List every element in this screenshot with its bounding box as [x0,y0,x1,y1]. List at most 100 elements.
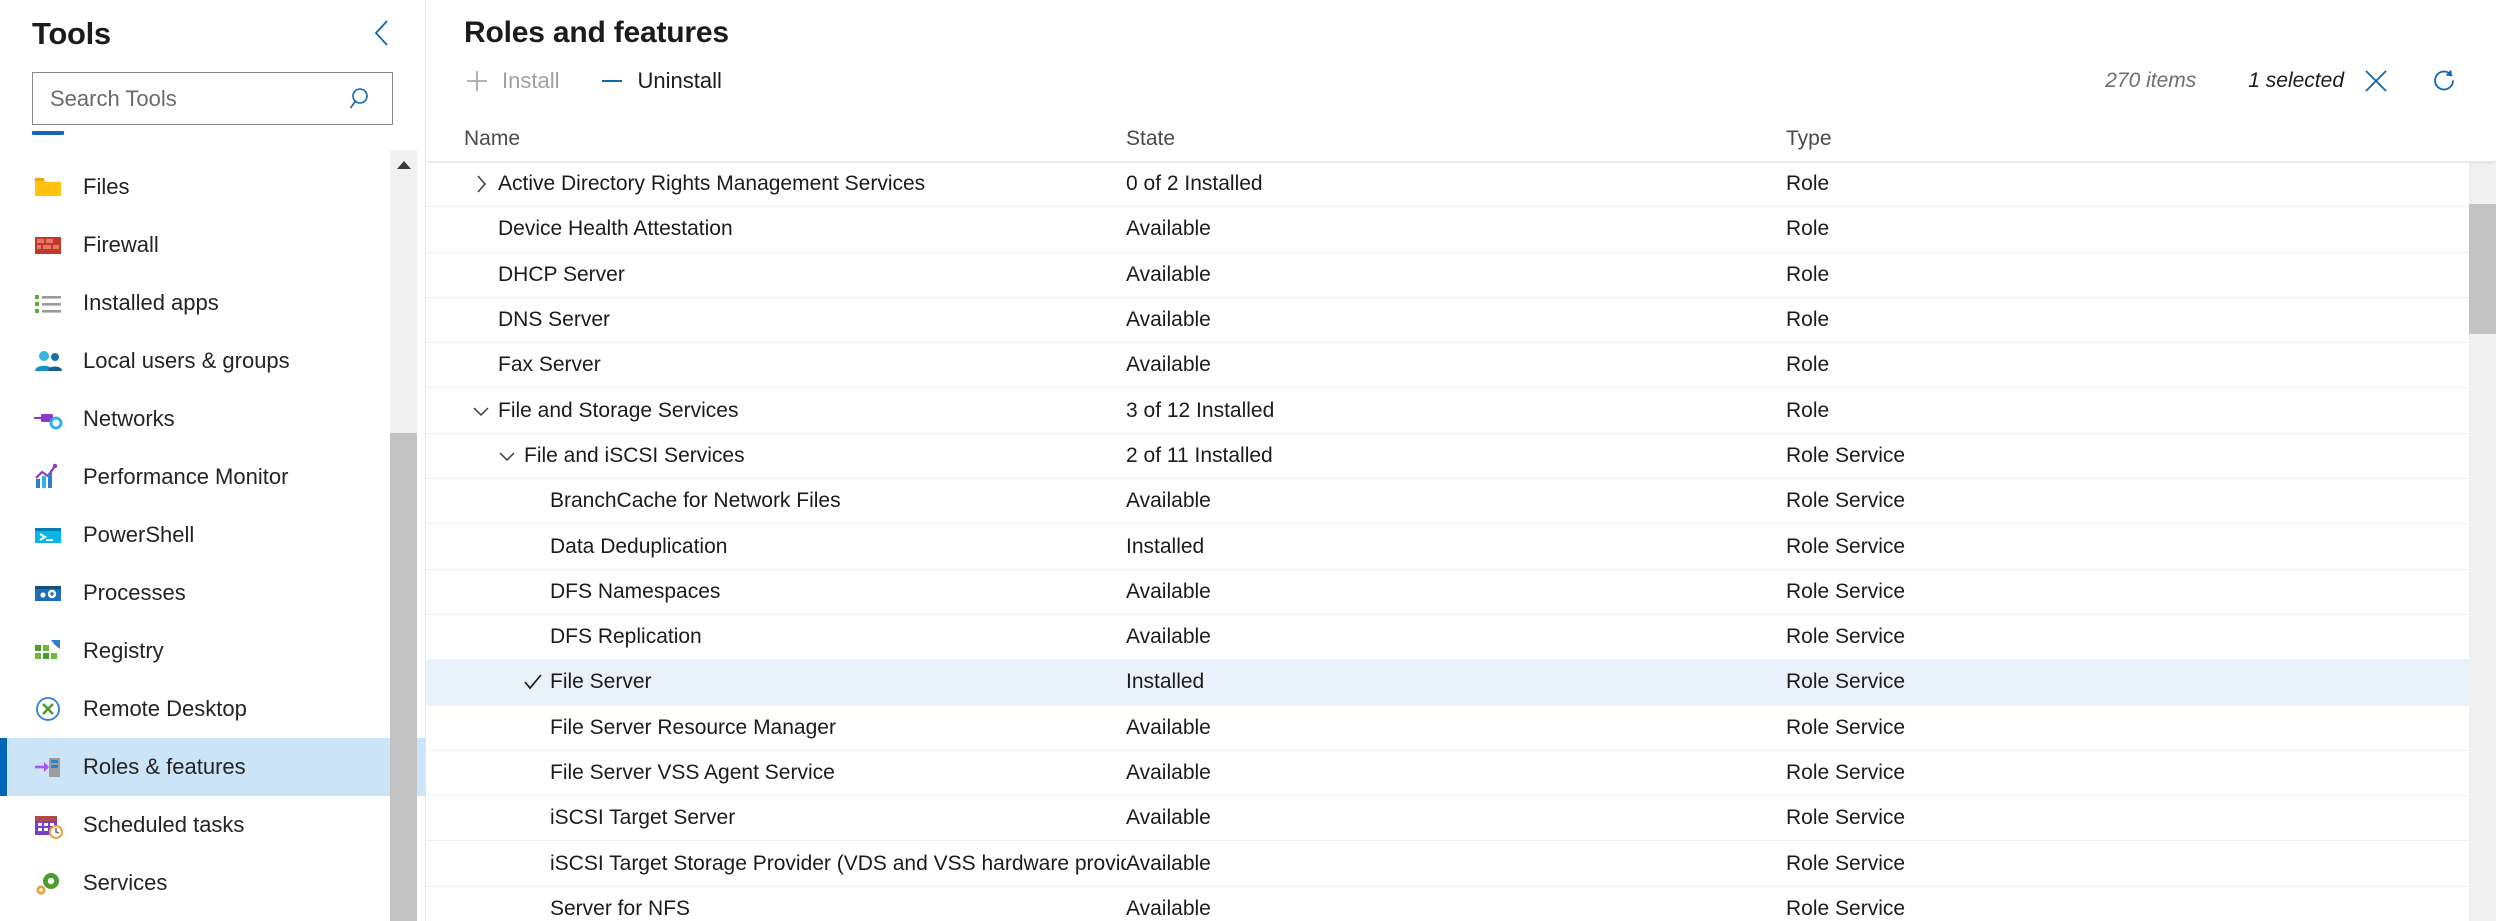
grid-scrollbar[interactable] [2469,116,2496,921]
roles-and-features-app: Tools Files Firewall Installed apps Local u… [0,0,2496,921]
column-header-name[interactable]: Name [464,127,520,150]
table-row[interactable]: File and Storage Services 3 of 12 Install… [426,388,2469,434]
table-row[interactable]: File Server Resource Manager Available Rol… [426,706,2469,751]
table-row[interactable]: Data Deduplication Installed Role Service [426,524,2469,570]
table-row[interactable]: DNS Server Available Role [426,298,2469,344]
cell-name: File Server Resource Manager [426,716,1126,740]
sidebar-item-processes[interactable]: Processes [0,564,425,622]
role-name: Device Health Attestation [498,217,733,241]
sidebar-item-scheduled-tasks[interactable]: Scheduled tasks [0,796,425,854]
services-gear-icon [33,868,63,898]
cell-type: Role Service [1786,715,1906,739]
table-row[interactable]: File Server VSS Agent Service Available Ro… [426,751,2469,797]
table-row[interactable]: Device Health Attestation Available Role [426,207,2469,253]
table-row[interactable]: BranchCache for Network Files Available Ro… [426,479,2469,525]
sidebar-scrollbar[interactable] [390,150,417,921]
chart-monitor-icon [33,462,63,492]
sidebar-item-services[interactable]: Services [0,854,425,912]
table-row[interactable]: iSCSI Target Server Available Role Service [426,796,2469,842]
search-tools-container [0,62,425,125]
sidebar-item-roles-features[interactable]: Roles & features [0,738,425,796]
cell-state: Installed [1126,534,1205,558]
sidebar-item-installed-apps[interactable]: Installed apps [0,274,425,332]
role-name: Active Directory Rights Management Servi… [498,172,926,196]
cell-name: File Server VSS Agent Service [426,761,1126,785]
column-header-state[interactable]: State [1126,127,1175,150]
sidebar-item-performance-monitor[interactable]: Performance Monitor [0,448,425,506]
table-row[interactable]: DFS Namespaces Available Role Service [426,570,2469,615]
search-icon[interactable] [344,81,380,117]
sidebar-item-registry[interactable]: Registry [0,622,425,680]
table-row[interactable]: Fax Server Available Role [426,343,2469,389]
uninstall-button[interactable]: Uninstall [599,68,722,94]
table-row[interactable]: Server for NFS Available Role Service [426,887,2469,921]
sidebar-item-networks[interactable]: Networks [0,390,425,448]
table-row[interactable]: Active Directory Rights Management Servi… [426,162,2469,208]
sidebar-scrollbar-thumb[interactable] [390,433,417,921]
sidebar-item-firewall[interactable]: Firewall [0,216,425,274]
cell-state: 2 of 11 Installed [1126,443,1273,467]
tools-sidebar: Tools Files Firewall Installed apps Local u… [0,0,426,921]
cell-state: Installed [1126,670,1205,694]
cell-name: DNS Server [426,308,1126,332]
cell-type: Role [1786,398,1830,422]
sidebar-item-label: Processes [83,580,186,605]
cell-type: Role [1786,262,1830,286]
cell-name: iSCSI Target Server [426,806,1126,830]
sidebar-item-local-users-groups[interactable]: Local users & groups [0,332,425,390]
list-apps-icon [33,288,63,318]
chevron-down-icon[interactable] [464,404,498,418]
sidebar-item-remote-desktop[interactable]: Remote Desktop [0,680,425,738]
table-row[interactable]: File and iSCSI Services 2 of 11 Installed… [426,434,2469,480]
chevron-down-icon[interactable] [490,449,524,463]
chevron-right-icon[interactable] [464,174,498,194]
cell-type: Role Service [1786,761,1906,784]
cell-type: Role Service [1786,851,1906,875]
cell-name: Device Health Attestation [426,217,1126,241]
role-name: File and iSCSI Services [524,443,745,467]
role-name: DHCP Server [498,262,625,286]
close-x-icon[interactable] [2354,59,2398,103]
sidebar-item-files[interactable]: Files [0,158,425,216]
role-name: Data Deduplication [550,534,728,558]
role-name: File Server Resource Manager [550,715,836,739]
search-box[interactable] [32,72,393,125]
cell-name: Server for NFS [426,897,1126,921]
table-row[interactable]: DFS Replication Available Role Service [426,615,2469,661]
cell-state: 3 of 12 Installed [1126,398,1275,422]
cell-type: Role Service [1786,670,1906,694]
registry-grid-icon [33,636,63,666]
refresh-icon[interactable] [2420,57,2468,105]
table-row[interactable]: DHCP Server Available Role [426,253,2469,298]
column-header-type[interactable]: Type [1786,127,1832,150]
users-group-icon [33,346,63,376]
cell-name: File Server [426,670,1126,694]
cell-name: Data Deduplication [426,535,1126,559]
cell-state: Available [1126,761,1211,784]
scroll-up-arrow-icon[interactable] [390,150,417,180]
cell-type: Role Service [1786,443,1906,467]
role-name: File and Storage Services [498,398,739,422]
plus-icon [464,68,490,94]
grid-body: Active Directory Rights Management Servi… [426,162,2469,921]
install-button[interactable]: Install [464,68,559,94]
role-name: DFS Namespaces [550,579,721,603]
table-row[interactable]: iSCSI Target Storage Provider (VDS and V… [426,841,2469,887]
role-name: File Server VSS Agent Service [550,761,835,784]
cell-type: Role Service [1786,534,1906,558]
chevron-left-icon[interactable] [365,16,399,50]
firewall-brick-icon [33,230,63,260]
cell-name: Fax Server [426,353,1126,377]
search-input[interactable] [50,85,344,112]
selected-count-label: 1 selected [2248,69,2344,92]
cell-name: iSCSI Target Storage Provider (VDS and V… [426,852,1126,876]
table-row[interactable]: File Server Installed Role Service [426,660,2469,706]
cell-state: 0 of 2 Installed [1126,172,1263,196]
grid-scrollbar-thumb[interactable] [2469,204,2496,334]
cell-type: Role [1786,172,1830,196]
sidebar-item-powershell[interactable]: PowerShell [0,506,425,564]
sidebar-item-label: PowerShell [83,522,195,547]
cell-name: DHCP Server [426,263,1126,287]
cell-state: Available [1126,262,1211,286]
main-content: Roles and features Install Uninstall 270… [426,0,2496,921]
